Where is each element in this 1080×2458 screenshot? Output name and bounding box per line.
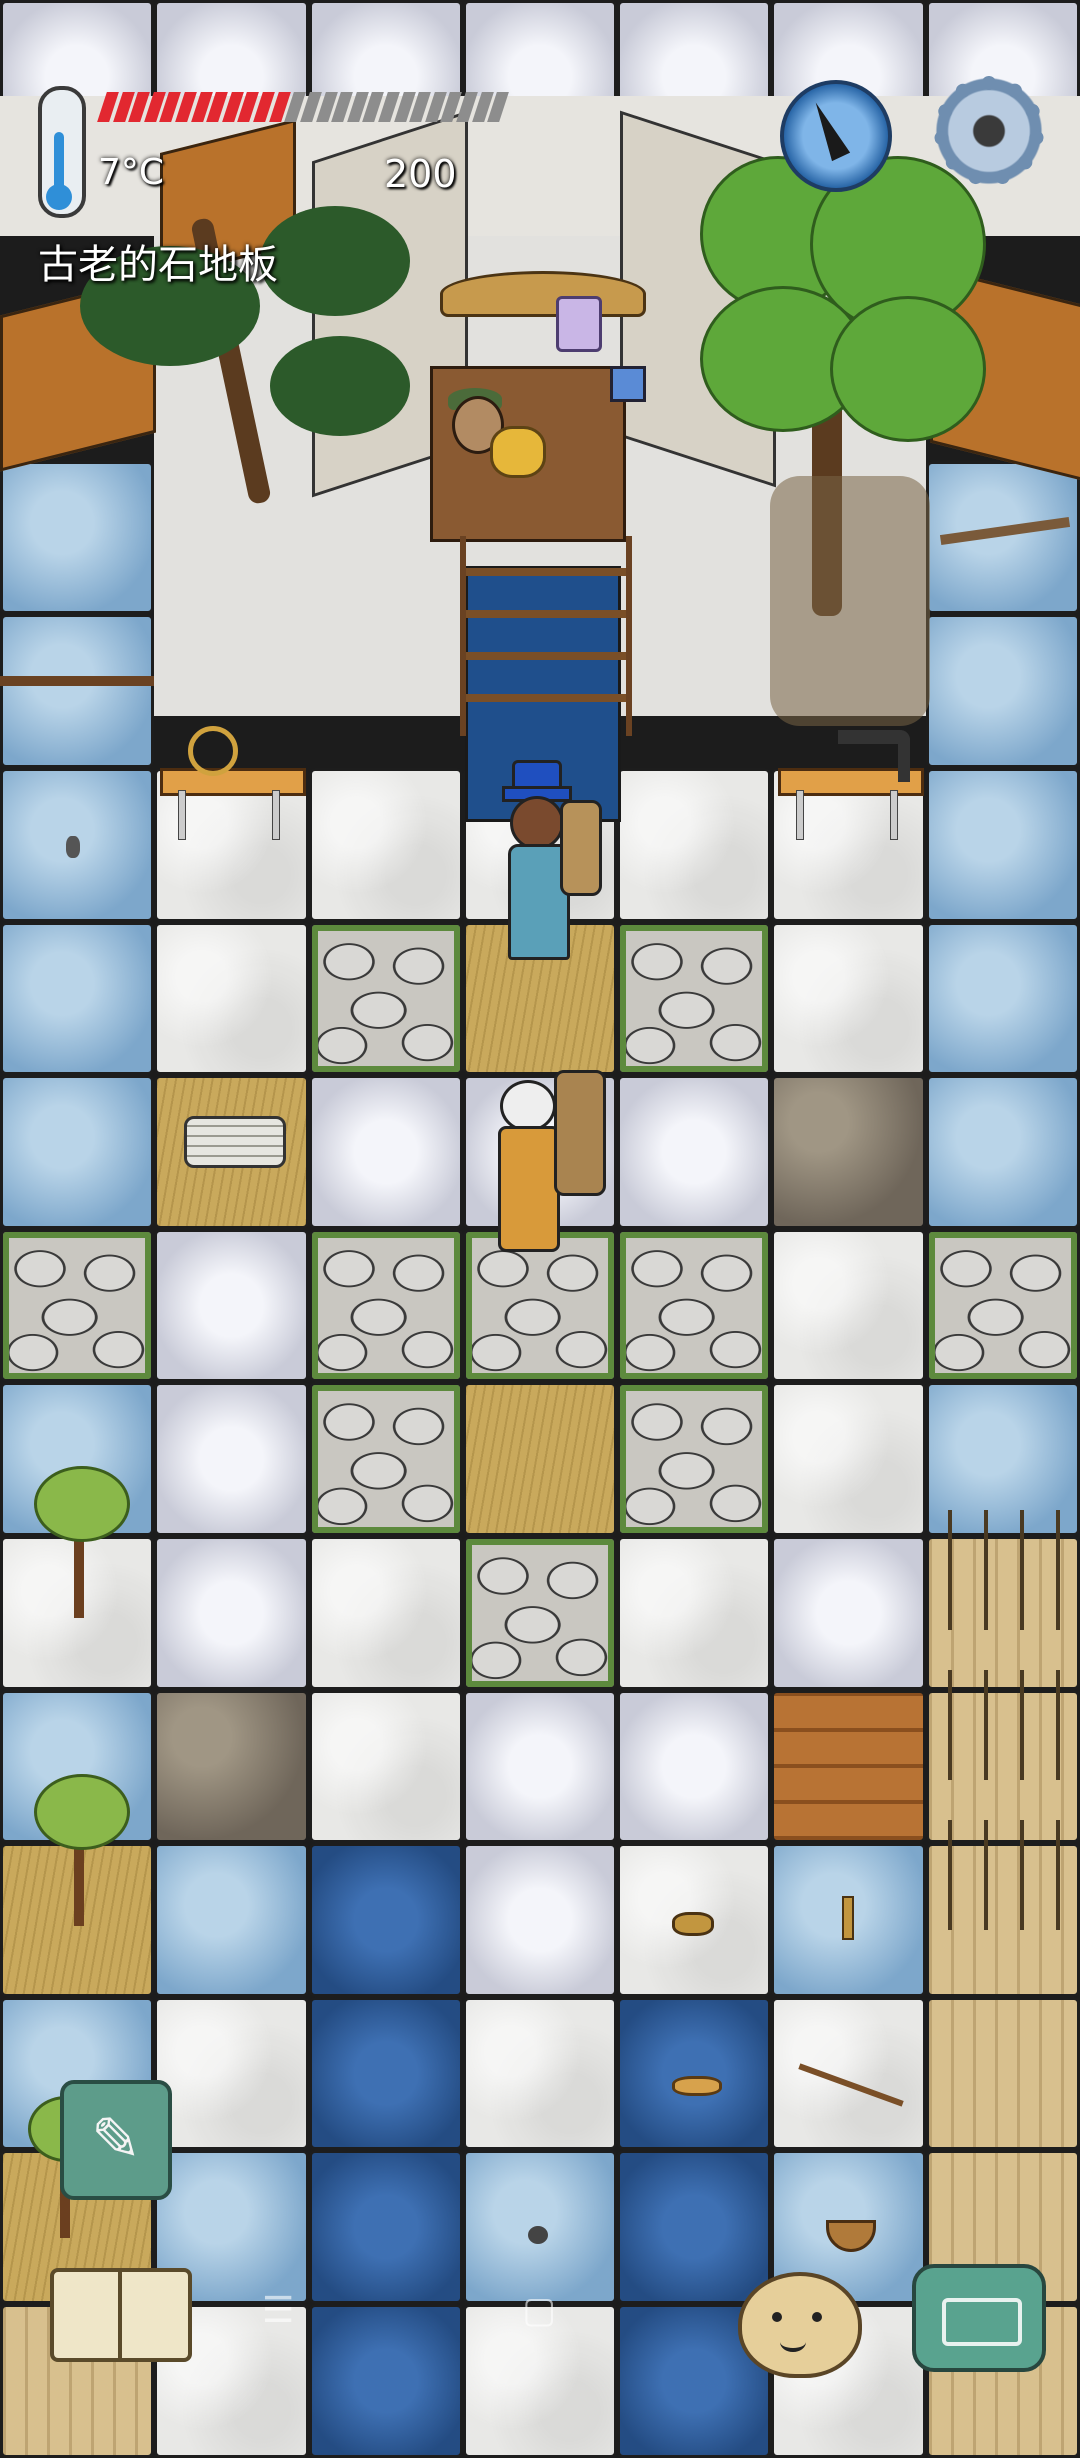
- cotton-plants-2[interactable]: [930, 1670, 1080, 1780]
- pine-foliage-3: [270, 336, 410, 436]
- stake-item[interactable]: [842, 1896, 854, 1940]
- dark-blue-tile[interactable]: [617, 1996, 772, 2151]
- dark-blue-tile[interactable]: [308, 2303, 463, 2458]
- light-blue-tile[interactable]: [925, 1075, 1080, 1229]
- keyboard-icon[interactable]: [912, 2264, 1046, 2372]
- stone-floor-tile[interactable]: [771, 921, 926, 1076]
- yum-counter: 200: [384, 152, 457, 196]
- straw-tile[interactable]: [462, 1382, 618, 1536]
- light-blue-tile[interactable]: [0, 921, 155, 1076]
- sapling-2[interactable]: [24, 1768, 134, 1928]
- stone-floor-tile[interactable]: [771, 1382, 926, 1536]
- flint-item[interactable]: [66, 836, 80, 858]
- light-stone-tile[interactable]: [154, 1535, 309, 1690]
- light-stone-tile[interactable]: [462, 1689, 618, 1844]
- stone-floor-tile[interactable]: [617, 1535, 772, 1690]
- stone-item[interactable]: [528, 2226, 548, 2244]
- log-item[interactable]: [0, 676, 154, 686]
- hovered-tile-name: 古老的石地板: [38, 242, 278, 288]
- light-stone-tile[interactable]: [771, 1535, 926, 1690]
- light-blue-tile[interactable]: [925, 921, 1080, 1076]
- stall-ladder: [460, 536, 632, 736]
- light-blue-tile[interactable]: [154, 1843, 309, 1997]
- cobblestone-tile[interactable]: [308, 1228, 463, 1383]
- stone-floor-tile[interactable]: [462, 1996, 618, 2151]
- dark-blue-tile[interactable]: [308, 1996, 463, 2151]
- sewing-machine-icon: [838, 730, 910, 782]
- nav-home-icon[interactable]: ▢: [522, 2290, 556, 2331]
- cobblestone-tile[interactable]: [617, 1228, 772, 1383]
- light-stone-tile[interactable]: [154, 1382, 309, 1536]
- wood-floor-tile[interactable]: [771, 1689, 926, 1844]
- dark-blue-tile[interactable]: [617, 2150, 772, 2304]
- light-stone-tile[interactable]: [154, 1228, 309, 1383]
- cloth-bundle[interactable]: [184, 1116, 286, 1168]
- robe-item[interactable]: [556, 296, 602, 352]
- stone-floor-tile[interactable]: [154, 921, 309, 1076]
- cotton-plants-3[interactable]: [930, 1820, 1080, 1930]
- cotton-plants-1[interactable]: [930, 1510, 1080, 1630]
- cobblestone-tile[interactable]: [617, 1382, 772, 1536]
- light-blue-tile[interactable]: [925, 767, 1080, 922]
- stone-floor-tile[interactable]: [771, 1228, 926, 1383]
- beehive-item[interactable]: [490, 426, 546, 478]
- stone-floor-tile[interactable]: [617, 767, 772, 922]
- stone-floor-tile[interactable]: [308, 1689, 463, 1844]
- food-meter: [97, 92, 509, 122]
- branch-item[interactable]: [939, 517, 1071, 545]
- pencil-icon[interactable]: ✎: [60, 2080, 172, 2200]
- pine-foliage-2: [260, 206, 410, 316]
- stone-floor-tile[interactable]: [308, 1535, 463, 1690]
- cobblestone-tile[interactable]: [0, 1228, 155, 1383]
- gear-icon[interactable]: [930, 72, 1048, 190]
- pinwheel-item[interactable]: [610, 366, 646, 402]
- thermometer-icon: [38, 86, 86, 218]
- player-top-hat[interactable]: [488, 760, 602, 970]
- light-stone-tile[interactable]: [617, 1689, 772, 1844]
- temperature-readout: 7°C: [98, 152, 165, 193]
- spinning-table[interactable]: [160, 726, 306, 840]
- emote-face-icon[interactable]: [738, 2272, 862, 2378]
- rope-item[interactable]: [672, 1912, 714, 1936]
- light-blue-tile[interactable]: [0, 1075, 155, 1229]
- sapling-1[interactable]: [24, 1460, 134, 1620]
- dark-blue-tile[interactable]: [308, 1843, 463, 1997]
- dirt-tile[interactable]: [154, 1689, 309, 1844]
- light-stone-tile[interactable]: [308, 1075, 463, 1229]
- dry-ground-patch: [770, 476, 930, 726]
- stone-floor-tile[interactable]: [154, 1996, 309, 2151]
- bread-item[interactable]: [672, 2076, 722, 2096]
- dirt-tile[interactable]: [771, 1075, 926, 1229]
- player-elder[interactable]: [490, 1070, 610, 1290]
- cobblestone-tile[interactable]: [308, 1382, 463, 1536]
- compass-icon[interactable]: [780, 80, 892, 192]
- loom-wheel-icon: [188, 726, 238, 776]
- merchant-umbrella: [440, 271, 646, 317]
- cobblestone-tile[interactable]: [925, 1228, 1080, 1383]
- book-icon[interactable]: [46, 2262, 194, 2362]
- stone-floor-tile[interactable]: [771, 1996, 926, 2151]
- farmland-tile[interactable]: [925, 1996, 1080, 2151]
- cobblestone-tile[interactable]: [617, 921, 772, 1076]
- cobblestone-tile[interactable]: [462, 1535, 618, 1690]
- oak-leaves-4: [830, 296, 986, 442]
- nav-menu-icon[interactable]: ☰: [262, 2290, 294, 2331]
- stone-floor-tile[interactable]: [308, 767, 463, 922]
- light-stone-tile[interactable]: [462, 1843, 618, 1997]
- sewing-machine-table[interactable]: [778, 730, 924, 840]
- dark-blue-tile[interactable]: [308, 2150, 463, 2304]
- light-stone-tile[interactable]: [617, 1075, 772, 1229]
- cobblestone-tile[interactable]: [308, 921, 463, 1076]
